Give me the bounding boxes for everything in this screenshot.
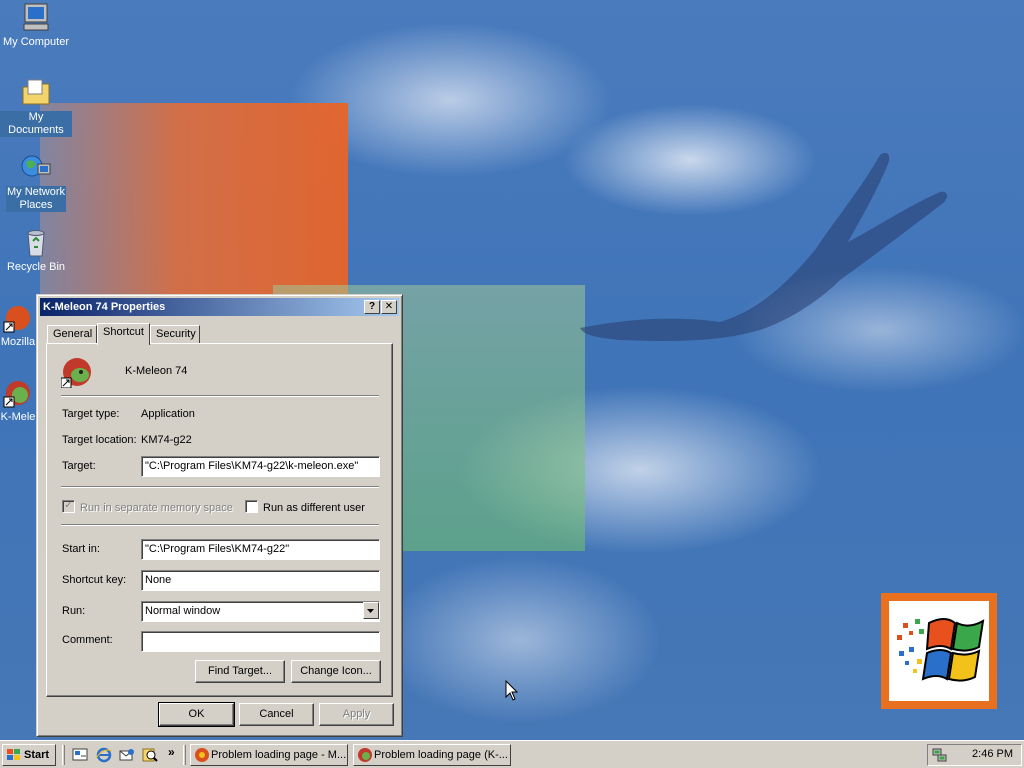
target-type-value: Application [141, 408, 195, 420]
quick-launch-overflow[interactable]: » [168, 745, 175, 759]
target-field[interactable]: "C:\Program Files\KM74-g22\k-meleon.exe" [141, 456, 380, 477]
desktop-icon-label: My Network Places [5, 186, 67, 212]
computer-icon [20, 2, 52, 34]
desktop-icon-label: My Documents [0, 111, 72, 137]
tab-general[interactable]: General [47, 325, 97, 344]
app-name: K-Meleon 74 [125, 365, 188, 377]
shortcut-key-field[interactable]: None [141, 570, 380, 591]
network-tray-icon[interactable] [932, 747, 948, 763]
mozilla-shortcut-icon [2, 302, 34, 334]
tab-shortcut[interactable]: Shortcut [97, 323, 150, 345]
windows-flag-icon [7, 749, 20, 760]
outlook-express-icon[interactable] [119, 747, 135, 763]
target-location-value: KM74-g22 [141, 434, 192, 446]
ok-button[interactable]: OK [158, 702, 235, 727]
taskbar: Start » Problem loading page - M... Prob… [0, 740, 1024, 768]
desktop-icon-my-network-places[interactable]: My Network Places [0, 152, 72, 212]
kmeleon-shortcut-icon [2, 377, 34, 409]
start-in-label: Start in: [62, 543, 100, 555]
target-type-label: Target type: [62, 408, 120, 420]
clock[interactable]: 2:46 PM [972, 748, 1013, 760]
desktop-icon-label: K-Mele [0, 411, 36, 423]
separator [61, 486, 379, 488]
desktop: My Computer My Documents My Network Place… [0, 0, 1024, 740]
task-label: Problem loading page (K-... [374, 749, 508, 761]
help-button[interactable]: ? [364, 300, 380, 314]
run-separate-checkbox[interactable]: ✓ [62, 500, 75, 513]
show-desktop-icon[interactable] [72, 747, 88, 763]
chevron-down-icon [367, 609, 374, 613]
recycle-bin-icon [20, 227, 52, 259]
toolbar-grip[interactable] [62, 745, 65, 765]
shortcut-tab-panel: K-Meleon 74 Target type: Application Tar… [46, 343, 393, 697]
shortcut-key-label: Shortcut key: [62, 574, 127, 586]
properties-dialog: K-Meleon 74 Properties ? ✕ General Short… [36, 294, 403, 737]
desktop-icon-label: My Computer [2, 36, 70, 48]
dialog-title: K-Meleon 74 Properties [43, 301, 166, 313]
desktop-icon-my-computer[interactable]: My Computer [0, 2, 72, 49]
start-label: Start [24, 749, 50, 761]
comment-field[interactable] [141, 631, 380, 652]
internet-explorer-icon[interactable] [96, 747, 112, 763]
dialog-titlebar[interactable]: K-Meleon 74 Properties ? ✕ [40, 298, 399, 316]
mouse-cursor-icon [505, 680, 519, 701]
mozilla-icon [195, 748, 209, 762]
folder-documents-icon [20, 77, 52, 109]
run-as-different-user-checkbox[interactable] [245, 500, 258, 513]
task-button-mozilla[interactable]: Problem loading page - M... [190, 744, 348, 766]
separator [61, 524, 379, 526]
run-separate-label: Run in separate memory space [80, 502, 233, 514]
start-in-field[interactable]: "C:\Program Files\KM74-g22" [141, 539, 380, 560]
run-as-different-user-label: Run as different user [263, 502, 365, 514]
close-button[interactable]: ✕ [381, 300, 397, 314]
network-places-icon [20, 152, 52, 184]
target-location-label: Target location: [62, 434, 137, 446]
desktop-icon-label: Recycle Bin [6, 261, 66, 273]
system-tray: 2:46 PM [927, 744, 1022, 766]
toolbar-grip[interactable] [183, 745, 186, 765]
target-label: Target: [62, 460, 96, 472]
task-button-kmeleon[interactable]: Problem loading page (K-... [353, 744, 511, 766]
kmeleon-icon [358, 748, 372, 762]
run-select[interactable]: Normal window [141, 601, 380, 622]
search-icon[interactable] [142, 747, 158, 763]
apply-button[interactable]: Apply [319, 703, 394, 726]
start-button[interactable]: Start [2, 744, 56, 766]
comment-label: Comment: [62, 634, 113, 646]
separator [61, 395, 379, 397]
windows-logo [881, 593, 997, 709]
run-label: Run: [62, 605, 86, 617]
desktop-icon-label: Mozilla [0, 336, 36, 348]
run-select-value: Normal window [145, 605, 221, 617]
desktop-icon-my-documents[interactable]: My Documents [0, 77, 72, 137]
desktop-icon-recycle-bin[interactable]: Recycle Bin [0, 227, 72, 274]
tab-security[interactable]: Security [150, 325, 200, 344]
change-icon-button[interactable]: Change Icon... [291, 660, 381, 683]
find-target-button[interactable]: Find Target... [195, 660, 285, 683]
kmeleon-app-icon [60, 356, 93, 389]
dropdown-arrow-button[interactable] [363, 602, 379, 619]
task-label: Problem loading page - M... [211, 749, 347, 761]
wallpaper-diver-silhouette [580, 152, 948, 341]
cancel-button[interactable]: Cancel [239, 703, 314, 726]
